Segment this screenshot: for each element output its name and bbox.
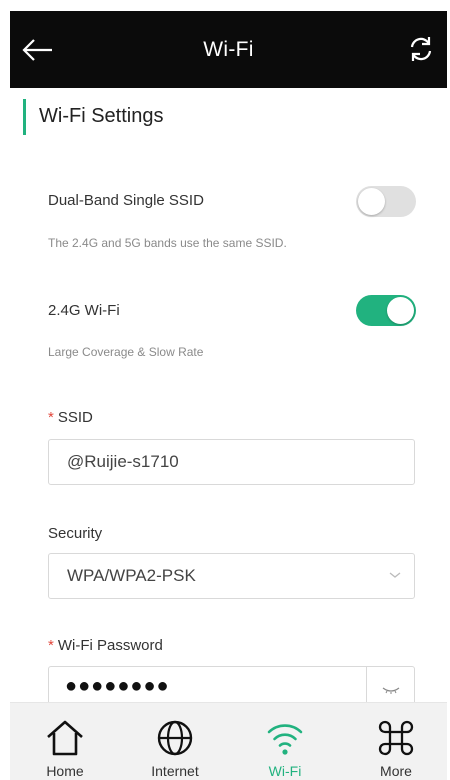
ssid-label: * SSID [48, 409, 93, 426]
nav-wifi-label: Wi-Fi [268, 763, 302, 779]
nav-home-label: Home [46, 763, 84, 779]
wifi24-toggle[interactable] [356, 295, 416, 326]
security-select[interactable]: WPA/WPA2-PSK [48, 553, 415, 599]
wifi24-label: 2.4G Wi-Fi [48, 302, 120, 319]
security-label: Security [48, 525, 103, 542]
toggle-knob [358, 188, 385, 215]
security-value: WPA/WPA2-PSK [67, 566, 196, 585]
required-marker: * [48, 409, 54, 426]
globe-icon [157, 720, 193, 756]
nav-internet[interactable]: Internet [125, 703, 225, 780]
dual-band-label: Dual-Band Single SSID [48, 192, 204, 209]
required-marker: * [48, 637, 54, 654]
bottom-navigation: Home Internet Wi-Fi More [10, 702, 447, 780]
section-title: Wi-Fi Settings [39, 105, 164, 127]
command-icon [378, 720, 414, 756]
password-label-text: Wi-Fi Password [57, 637, 163, 654]
password-label: * Wi-Fi Password [48, 637, 163, 654]
nav-internet-label: Internet [151, 763, 199, 779]
dual-band-description: The 2.4G and 5G bands use the same SSID. [48, 236, 287, 250]
nav-wifi[interactable]: Wi-Fi [235, 703, 335, 780]
wifi24-description: Large Coverage & Slow Rate [48, 345, 204, 359]
toggle-knob [387, 297, 414, 324]
nav-home[interactable]: Home [15, 703, 115, 780]
wifi-icon [267, 724, 303, 755]
dual-band-toggle[interactable] [356, 186, 416, 217]
ssid-input[interactable]: @Ruijie-s1710 [48, 439, 415, 485]
nav-more[interactable]: More [346, 703, 446, 780]
password-masked-value: ●●●●●●●● [65, 675, 170, 697]
ssid-value: @Ruijie-s1710 [67, 452, 179, 471]
nav-more-label: More [380, 763, 412, 779]
top-bar: Wi-Fi [10, 11, 447, 88]
section-header: Wi-Fi Settings [23, 99, 403, 135]
ssid-label-text: SSID [57, 409, 93, 426]
eye-closed-icon [382, 687, 400, 694]
refresh-icon [410, 37, 432, 61]
refresh-button[interactable] [405, 33, 437, 65]
section-accent-bar [23, 99, 26, 135]
page-title: Wi-Fi [203, 38, 254, 61]
chevron-down-icon [389, 572, 401, 578]
home-icon [47, 720, 83, 756]
